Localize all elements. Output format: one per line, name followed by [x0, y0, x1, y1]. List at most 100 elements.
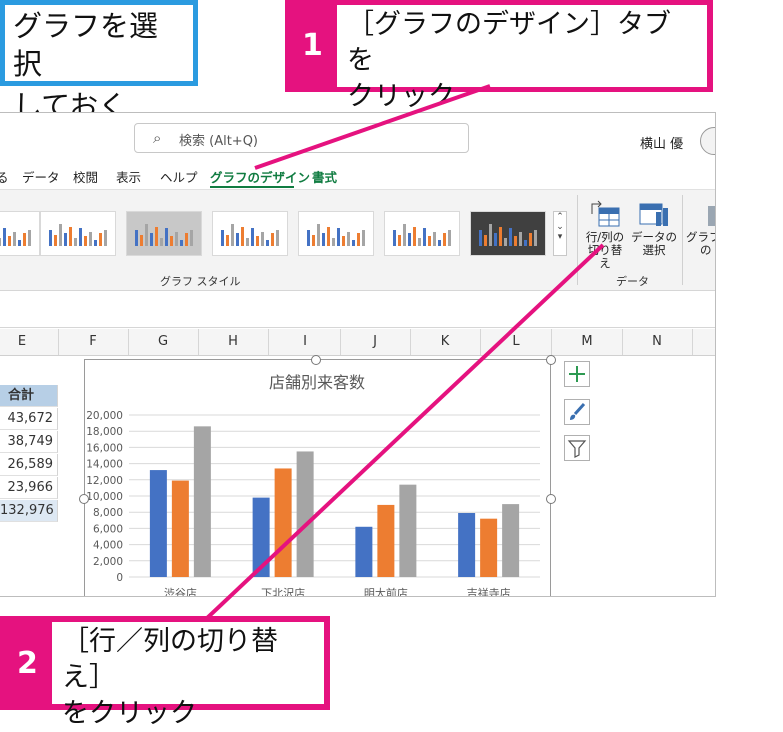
instruction-note-line1: グラフを選択 — [13, 9, 159, 81]
chart-resize-handle[interactable] — [79, 494, 89, 504]
step1-line2: クリック — [347, 81, 455, 112]
thumbnail-bar — [433, 231, 436, 246]
thumbnail-bar — [155, 226, 158, 246]
tab-view[interactable]: 表示 — [116, 167, 141, 186]
thumbnail-bar — [79, 228, 82, 246]
search-placeholder: 検索 (Alt+Q) — [179, 134, 259, 149]
thumbnail-bar — [8, 236, 11, 246]
sum-header-cell[interactable]: 合計 — [0, 385, 58, 407]
bar — [171, 480, 189, 577]
switch-row-column-icon — [591, 200, 620, 227]
thumbnail-bar — [246, 238, 249, 246]
tab-data[interactable]: データ — [22, 167, 60, 186]
thumbnail-bar — [479, 230, 482, 246]
chart-style-thumbnail[interactable] — [40, 211, 116, 256]
thumbnail-bar — [226, 234, 229, 246]
column-header-f[interactable]: F — [83, 334, 103, 349]
thumbnail-bar — [221, 230, 224, 246]
step1-callout: 1 ［グラフのデザイン］タブを クリック — [285, 0, 713, 112]
thumbnail-bar — [443, 233, 446, 246]
thumbnail-bar — [190, 230, 193, 246]
column-header-m[interactable]: M — [577, 334, 597, 349]
sum-cell-total[interactable]: 132,976 — [0, 500, 58, 522]
thumbnail-bar — [89, 231, 92, 246]
step2-line2: をクリック — [62, 698, 197, 729]
user-name: 横山 優 — [640, 137, 684, 152]
avatar[interactable] — [700, 127, 715, 155]
thumbnail-bar — [514, 236, 517, 246]
column-headers: E F G H I J K L M N — [0, 329, 715, 356]
thumbnail-bar — [418, 238, 421, 246]
sum-cell[interactable]: 43,672 — [0, 408, 58, 430]
tab-review[interactable]: 校閲 — [73, 167, 98, 186]
column-header-e[interactable]: E — [12, 334, 32, 349]
column-header-h[interactable]: H — [223, 334, 243, 349]
column-header-j[interactable]: J — [365, 334, 385, 349]
chart-style-thumbnail[interactable] — [0, 211, 40, 256]
tab-help[interactable]: ヘルプ — [160, 167, 198, 186]
select-data-button[interactable]: データの 選択 — [631, 200, 677, 257]
thumbnail-bar — [135, 230, 138, 246]
thumbnail-bar — [94, 239, 97, 246]
chart-title: 店舗別来客数 — [269, 373, 365, 392]
column-header-i[interactable]: I — [295, 334, 315, 349]
chart-resize-handle[interactable] — [311, 355, 321, 365]
chart-style-thumbnail[interactable] — [212, 211, 288, 256]
chart-resize-handle[interactable] — [546, 355, 556, 365]
step1-line1: ［グラフのデザイン］タブを — [347, 9, 671, 76]
column-header-g[interactable]: G — [153, 334, 173, 349]
thumbnail-bar — [59, 223, 62, 246]
y-tick-label: 6,000 — [93, 523, 123, 535]
sum-cell[interactable]: 26,589 — [0, 454, 58, 476]
sum-cell[interactable]: 38,749 — [0, 431, 58, 453]
thumbnail-bar — [185, 233, 188, 246]
bar-chart: 店舗別来客数 20,000 18,000 16,000 14,000 12,000 10,0… — [86, 373, 540, 596]
thumbnail-bar — [413, 226, 416, 246]
thumbnail-bar — [524, 239, 527, 246]
column-header-k[interactable]: K — [435, 334, 455, 349]
chart-area[interactable]: 店舗別来客数 20,000 18,000 16,000 14,000 12,000 10,0… — [84, 359, 551, 596]
y-tick-label: 4,000 — [93, 540, 123, 552]
brush-icon — [570, 402, 586, 420]
thumbnail-bar — [428, 236, 431, 246]
column-header-n[interactable]: N — [647, 334, 667, 349]
step2-number: 2 — [17, 646, 38, 681]
chart-resize-handle[interactable] — [546, 494, 556, 504]
change-chart-type-button[interactable]: グラフ の — [686, 200, 715, 257]
thumbnail-bar — [266, 239, 269, 246]
thumbnail-bar — [160, 238, 163, 246]
bar — [355, 526, 373, 577]
chart-style-thumbnail[interactable] — [470, 211, 546, 256]
column-separator — [410, 329, 411, 355]
thumbnail-bar — [448, 230, 451, 246]
column-separator — [622, 329, 623, 355]
chart-style-thumbnail[interactable] — [126, 211, 202, 256]
thumbnail-bar — [342, 236, 345, 246]
sum-cell[interactable]: 23,966 — [0, 477, 58, 499]
bar — [252, 497, 270, 577]
thumbnail-bar — [175, 231, 178, 246]
thumbnail-bar — [519, 231, 522, 246]
gallery-scroll[interactable]: ⌃ ⌄ ▾ — [553, 211, 567, 256]
thumbnail-bar — [347, 231, 350, 246]
chart-style-thumbnail[interactable] — [298, 211, 374, 256]
chart-elements-button[interactable] — [564, 361, 590, 387]
switch-row-column-label2: 切り替え — [587, 243, 623, 270]
menu-tab-partial[interactable]: る — [0, 167, 9, 186]
chart-style-thumbnail[interactable] — [384, 211, 460, 256]
column-header-l[interactable]: L — [506, 334, 526, 349]
switch-row-column-button[interactable]: 行/列の 切り替え — [583, 200, 627, 270]
group-label-chart-styles: グラフ スタイル — [160, 275, 241, 288]
search-box[interactable]: ⌕ 検索 (Alt+Q) — [134, 123, 469, 153]
tab-chart-design[interactable]: グラフのデザイン — [210, 167, 310, 186]
column-separator — [692, 329, 693, 355]
thumbnail-bar — [398, 234, 401, 246]
thumbnail-bar — [317, 223, 320, 246]
bar — [149, 470, 167, 577]
ribbon-separator — [577, 195, 578, 285]
tab-format[interactable]: 書式 — [312, 167, 337, 186]
title-bar: ⌕ 検索 (Alt+Q) 横山 優 — [0, 113, 715, 160]
column-separator — [198, 329, 199, 355]
chart-filters-button[interactable] — [564, 435, 590, 461]
chart-styles-button[interactable] — [564, 399, 590, 425]
